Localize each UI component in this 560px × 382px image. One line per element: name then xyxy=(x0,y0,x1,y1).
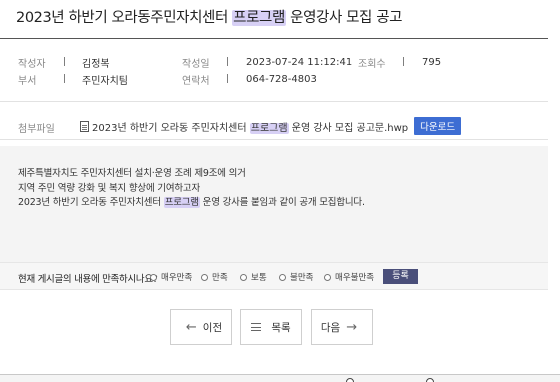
meta-separator: | xyxy=(226,74,230,84)
contact-value: 064-728-4803 xyxy=(246,73,317,85)
survey-option-label: 불만족 xyxy=(290,273,314,283)
attachment-name-end: 운영 강사 모집 공고문.hwp xyxy=(288,122,409,134)
list-button[interactable]: 목록 xyxy=(240,309,302,345)
post-content: 제주특별자치도 주민자치센터 설치·운영 조례 제9조에 의거 지역 주민 역량… xyxy=(0,146,548,262)
radio-button[interactable] xyxy=(324,273,331,281)
radio-button[interactable] xyxy=(240,273,247,281)
meta-divider xyxy=(0,101,548,102)
attachment-file: 2023년 하반기 오라동 주민자치센터 프로그램 운영 강사 모집 공고문.h… xyxy=(80,117,462,135)
content-keyword-highlight: 프로그램 xyxy=(163,197,200,208)
title-divider xyxy=(0,38,548,39)
attachment-name-text: 2023년 하반기 오라동 주민자치센터 xyxy=(92,122,250,134)
arrow-right-icon: → xyxy=(346,319,358,335)
circle-icon xyxy=(346,378,354,382)
satisfaction-survey: 현재 게시글의 내용에 만족하시나요? 매우만족 만족 보통 불만족 매우불만족… xyxy=(0,262,548,290)
meta-separator: | xyxy=(226,57,230,67)
content-line-3: 2023년 하반기 오라동 주민자치센터 프로그램 운영 강사를 붙임과 같이 … xyxy=(18,194,365,208)
list-label: 목록 xyxy=(271,321,291,334)
survey-option-very-satisfied[interactable]: 매우만족 xyxy=(150,271,192,283)
prev-button[interactable]: ← 이전 xyxy=(170,309,232,345)
survey-option-label: 매우만족 xyxy=(161,273,193,283)
attachment-label: 첨부파일 xyxy=(18,124,55,135)
meta-separator: | xyxy=(63,74,67,84)
meta-separator: | xyxy=(63,57,67,67)
views-value: 795 xyxy=(422,56,442,68)
arrow-left-icon: ← xyxy=(185,319,197,335)
survey-option-dissatisfied[interactable]: 불만족 xyxy=(279,271,313,283)
meta-row-2: 부서 | 주민자치팀 연락처 | 064-728-4803 xyxy=(0,69,548,89)
survey-option-label: 만족 xyxy=(212,273,228,283)
survey-option-very-dissatisfied[interactable]: 매우불만족 xyxy=(324,271,374,283)
attachment-filename[interactable]: 2023년 하반기 오라동 주민자치센터 프로그램 운영 강사 모집 공고문.h… xyxy=(92,119,408,134)
title-text: 2023년 하반기 오라동주민자치센터 xyxy=(16,10,233,26)
survey-option-neutral[interactable]: 보통 xyxy=(240,271,267,283)
author-value: 김정복 xyxy=(82,58,110,70)
radio-button[interactable] xyxy=(279,273,286,281)
survey-option-satisfied[interactable]: 만족 xyxy=(201,271,228,283)
list-icon xyxy=(251,323,262,331)
survey-submit-button[interactable]: 등록 xyxy=(383,269,418,284)
attachment-divider xyxy=(0,139,548,140)
contact-label: 연락처 xyxy=(182,75,210,87)
circle-icon xyxy=(426,378,434,382)
author-label: 작성자 xyxy=(18,58,46,70)
content-line-3-text: 2023년 하반기 오라동 주민자치센터 xyxy=(18,197,164,208)
title-text-end: 운영강사 모집 공고 xyxy=(285,10,403,26)
date-value: 2023-07-24 11:12:41 xyxy=(246,56,353,68)
footer-band xyxy=(0,375,560,382)
prev-label: 이전 xyxy=(202,321,223,334)
title-keyword-highlight: 프로그램 xyxy=(232,10,286,26)
meta-separator: | xyxy=(402,57,406,67)
content-line-3-end: 운영 강사를 붙임과 같이 공개 모집합니다. xyxy=(199,197,365,208)
date-label: 작성일 xyxy=(182,58,210,70)
dept-label: 부서 xyxy=(18,75,37,87)
attachment-keyword-highlight: 프로그램 xyxy=(249,122,289,134)
download-button[interactable]: 다운로드 xyxy=(414,117,462,135)
page-title: 2023년 하반기 오라동주민자치센터 프로그램 운영강사 모집 공고 xyxy=(16,6,402,27)
survey-option-label: 보통 xyxy=(251,273,267,283)
next-button[interactable]: 다음 → xyxy=(311,309,373,345)
content-line-1: 제주특별자치도 주민자치센터 설치·운영 조례 제9조에 의거 xyxy=(18,168,246,179)
survey-question: 현재 게시글의 내용에 만족하시나요? xyxy=(18,274,158,285)
radio-button[interactable] xyxy=(201,273,208,281)
document-icon xyxy=(80,120,89,132)
content-line-2: 지역 주민 역량 강화 및 복지 향상에 기여하고자 xyxy=(18,183,200,194)
survey-option-label: 매우불만족 xyxy=(335,273,375,283)
views-label: 조회수 xyxy=(358,58,386,70)
radio-button[interactable] xyxy=(150,273,157,281)
next-label: 다음 xyxy=(320,321,341,334)
dept-value: 주민자치팀 xyxy=(82,75,128,87)
